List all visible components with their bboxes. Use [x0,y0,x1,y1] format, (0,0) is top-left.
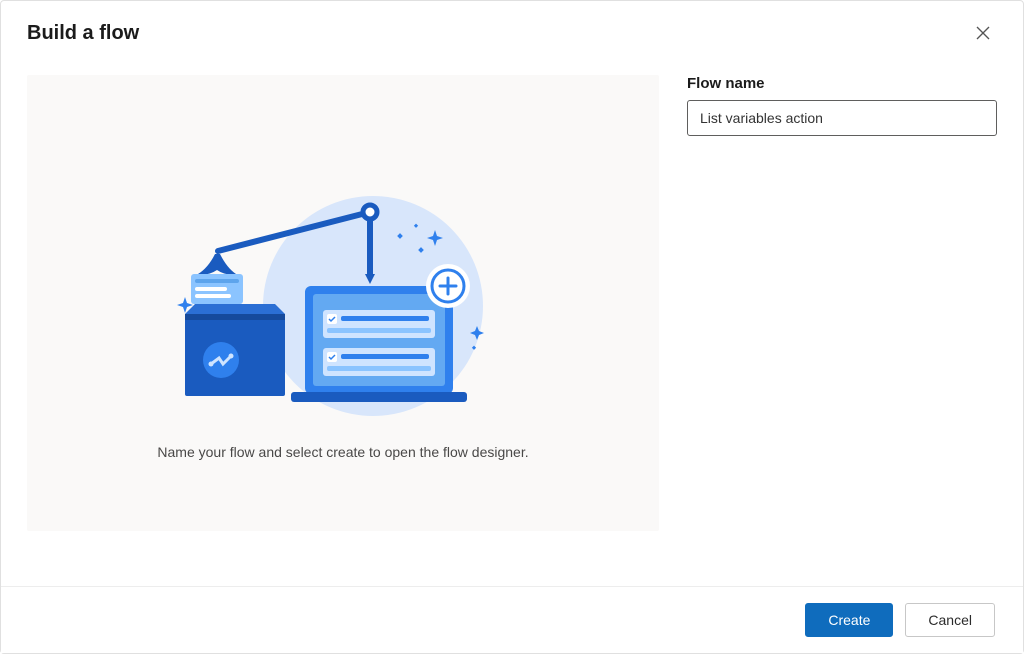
close-button[interactable] [969,19,997,47]
flow-name-input[interactable] [687,100,997,136]
flow-builder-illustration [153,176,533,416]
illustration-panel: Name your flow and select create to open… [27,75,659,531]
flow-name-label: Flow name [687,75,997,92]
cancel-button[interactable]: Cancel [905,603,995,637]
form-panel: Flow name [687,75,997,531]
close-icon [976,26,990,40]
illustration-caption: Name your flow and select create to open… [157,444,528,460]
dialog-title: Build a flow [27,22,139,45]
create-button[interactable]: Create [805,603,893,637]
dialog-footer: Create Cancel [1,586,1023,653]
